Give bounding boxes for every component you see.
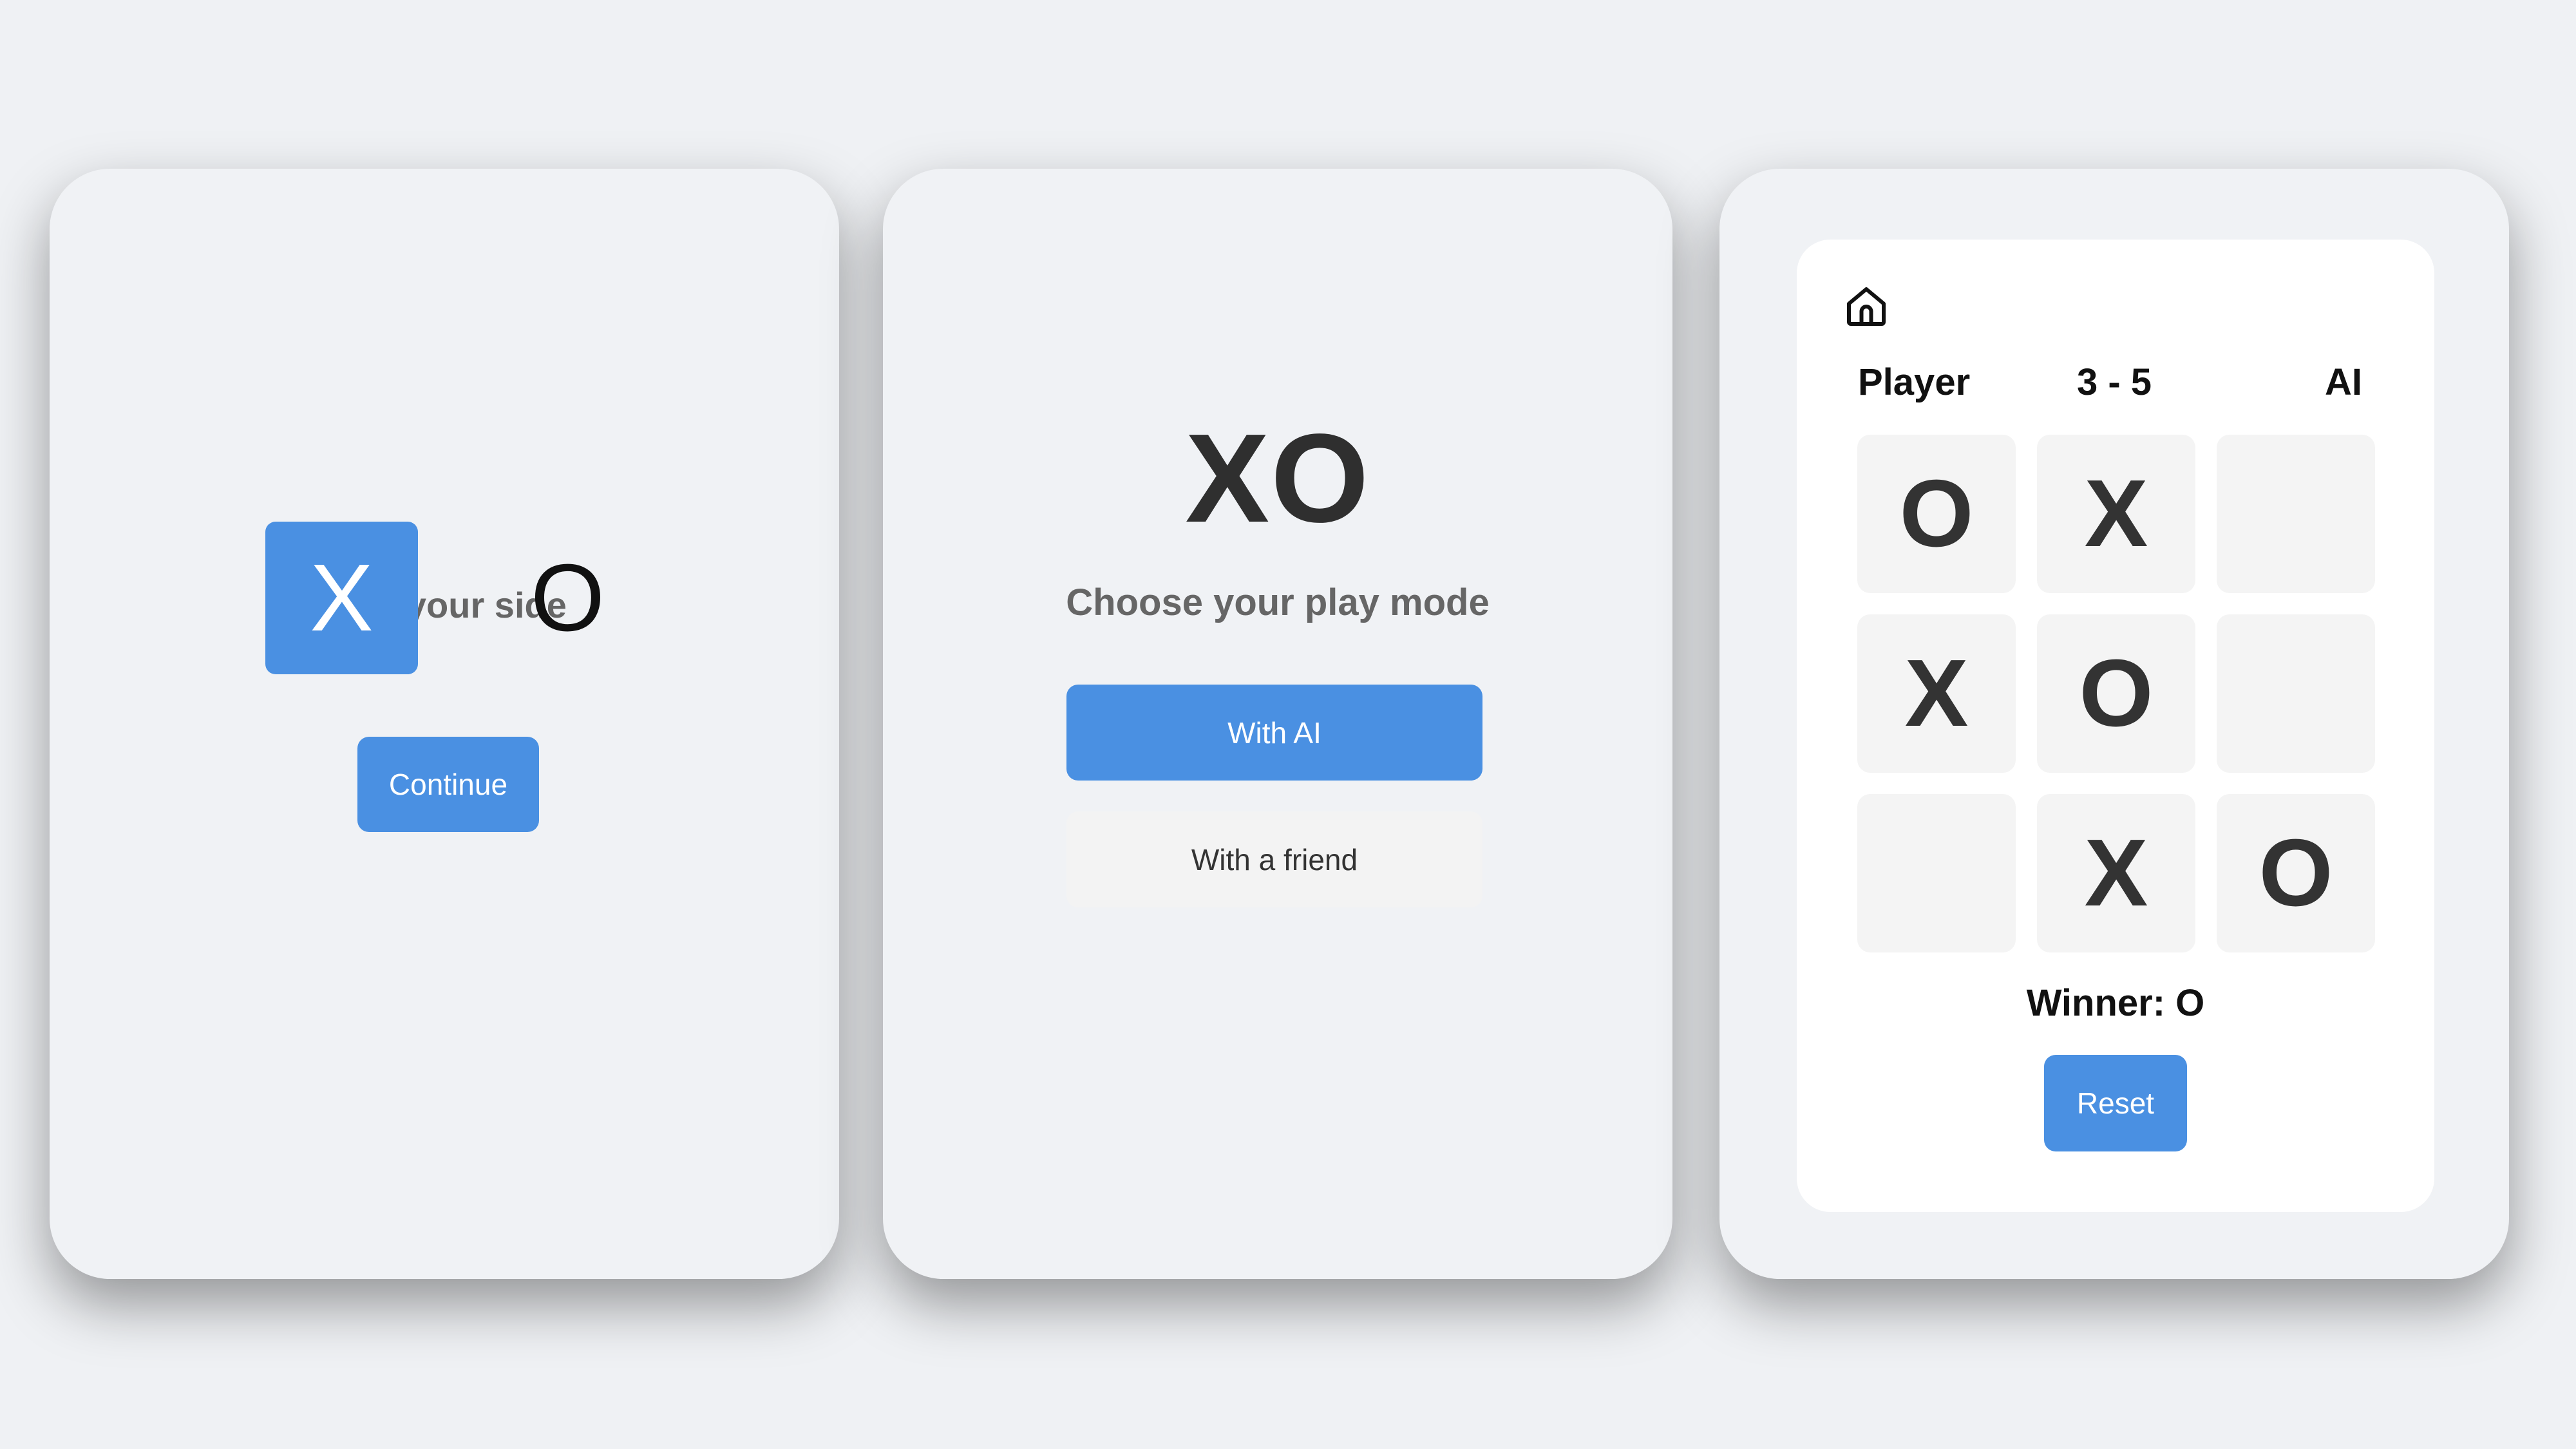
with-ai-button[interactable]: With AI [1066, 685, 1482, 781]
game-card: Player 3 - 5 AI O X X O X O Winner: O Re… [1797, 240, 2434, 1212]
with-friend-button[interactable]: With a friend [1066, 811, 1482, 907]
board-cell[interactable]: O [1857, 435, 2016, 593]
app-logo: XO [1185, 408, 1370, 549]
board-cell[interactable] [2217, 614, 2375, 773]
board-cell[interactable]: O [2217, 794, 2375, 952]
side-picker-panel: Pick your side X O Continue [50, 169, 839, 1279]
board-cell[interactable]: O [2037, 614, 2195, 773]
side-option-o[interactable]: O [491, 522, 644, 674]
reset-button[interactable]: Reset [2044, 1055, 2187, 1151]
board-cell[interactable]: X [2037, 794, 2195, 952]
board-cell[interactable] [2217, 435, 2375, 593]
player-label: Player [1858, 361, 1971, 403]
board-cell[interactable] [1857, 794, 2016, 952]
board-cell[interactable]: X [1857, 614, 2016, 773]
game-panel: Player 3 - 5 AI O X X O X O Winner: O Re… [1719, 169, 2509, 1279]
score-display: 3 - 5 [2076, 361, 2152, 403]
home-icon[interactable] [1843, 283, 1889, 330]
opponent-label: AI [2325, 361, 2362, 403]
mode-picker-panel: XO Choose your play mode With AI With a … [883, 169, 1672, 1279]
game-board: O X X O X O [1857, 435, 2375, 952]
board-cell[interactable]: X [2037, 435, 2195, 593]
side-option-x[interactable]: X [265, 522, 418, 674]
play-mode-subtitle: Choose your play mode [1066, 582, 1490, 623]
pick-side-title: Pick your side [322, 585, 567, 625]
continue-button[interactable]: Continue [357, 737, 539, 832]
winner-status: Winner: O [2026, 982, 2205, 1024]
screen: Pick your side X O Continue XO Choose yo… [0, 0, 2576, 1449]
